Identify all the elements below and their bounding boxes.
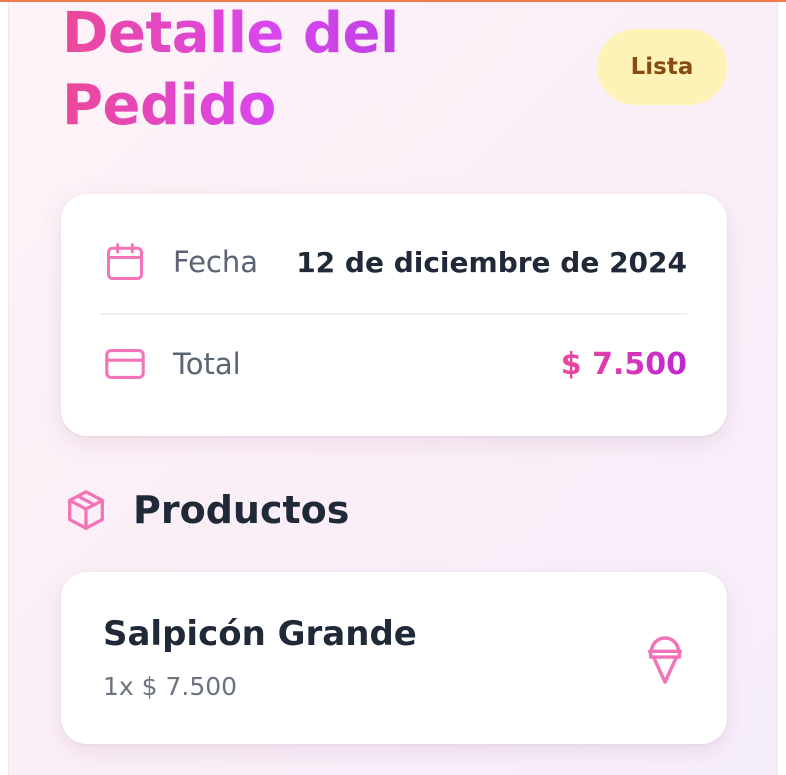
package-icon (61, 485, 111, 535)
app-frame: Detalle del Pedido Lista Fecha 12 de dic… (0, 0, 786, 775)
total-label: Total (173, 347, 241, 381)
summary-divider (101, 313, 687, 315)
credit-card-icon (101, 340, 149, 388)
ice-cream-icon (641, 628, 689, 690)
total-value: $ 7.500 (560, 346, 687, 382)
date-row: Fecha 12 de diciembre de 2024 (101, 222, 687, 302)
product-name: Salpicón Grande (103, 614, 417, 654)
order-detail-panel: Detalle del Pedido Lista Fecha 12 de dic… (8, 2, 778, 775)
product-quantity-price: 1x $ 7.500 (103, 672, 238, 701)
products-section-header: Productos (61, 480, 349, 540)
product-item-card[interactable]: Salpicón Grande 1x $ 7.500 (61, 572, 727, 744)
total-row: Total $ 7.500 (101, 324, 687, 404)
date-value: 12 de diciembre de 2024 (296, 245, 687, 279)
date-label: Fecha (173, 245, 259, 279)
products-section-title: Productos (133, 488, 350, 532)
calendar-icon (101, 238, 149, 286)
status-badge: Lista (597, 29, 727, 105)
order-summary-card: Fecha 12 de diciembre de 2024 Total $ 7.… (61, 194, 727, 436)
page-title: Detalle del Pedido (62, 2, 442, 142)
